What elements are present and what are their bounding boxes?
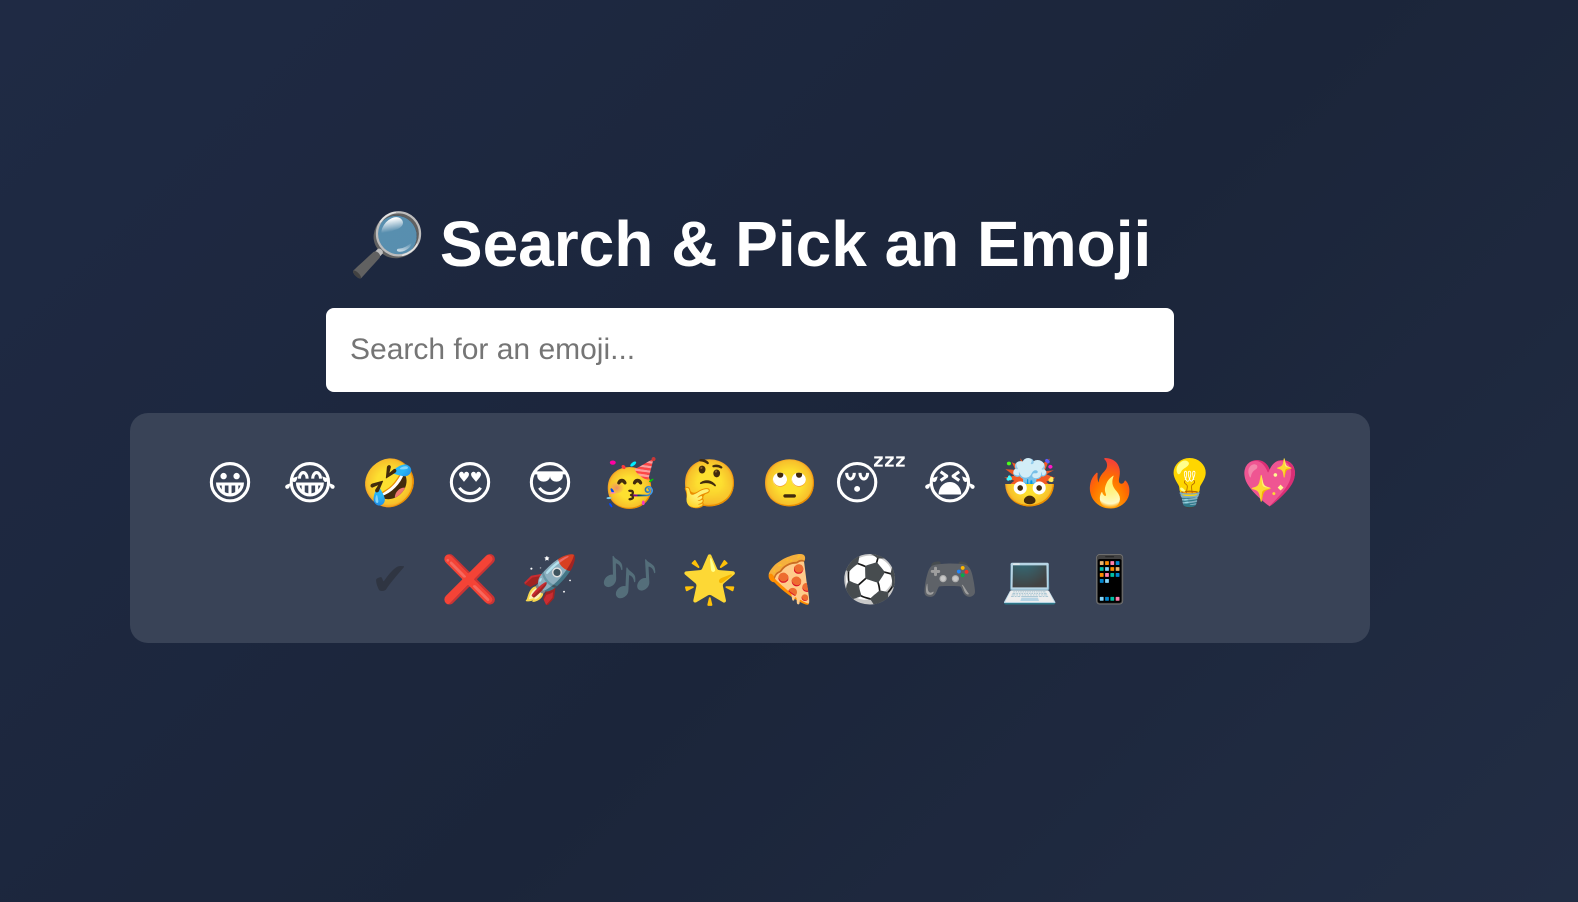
emoji-thinking-face[interactable]: 🤔 xyxy=(670,443,750,523)
emoji-exploding-head[interactable]: 🤯 xyxy=(990,443,1070,523)
emoji-partying-face[interactable]: 🥳 xyxy=(590,443,670,523)
page-title-text: Search & Pick an Emoji xyxy=(439,208,1152,280)
emoji-light-bulb[interactable]: 💡 xyxy=(1150,443,1230,523)
search-container xyxy=(326,308,1174,392)
emoji-pizza[interactable]: 🍕 xyxy=(750,539,830,619)
emoji-sunglasses-face[interactable]: 😎 xyxy=(510,443,590,523)
search-input[interactable] xyxy=(326,308,1174,392)
emoji-tears-of-joy[interactable]: 😂 xyxy=(270,443,350,523)
emoji-mobile-phone[interactable]: 📱 xyxy=(1070,539,1150,619)
emoji-laptop[interactable]: 💻 xyxy=(990,539,1070,619)
emoji-rolling-on-floor-laughing[interactable]: 🤣 xyxy=(350,443,430,523)
emoji-picker-page: 🔎Search & Pick an Emoji 😀😂🤣😍😎🥳🤔🙄😴😭🤯🔥💡💖 ✔❌… xyxy=(0,0,1578,902)
emoji-sparkling-heart[interactable]: 💖 xyxy=(1230,443,1310,523)
emoji-heart-eyes[interactable]: 😍 xyxy=(430,443,510,523)
emoji-soccer-ball[interactable]: ⚽ xyxy=(830,539,910,619)
emoji-grid: 😀 😂 🤣 😍 😎 🥳 🤔 🙄 😴 😭 🤯 🔥 💡 💖 ✔ ❌ 🚀 🎶 🌟 🍕 ⚽ 🎮 💻 📱 xyxy=(158,443,1342,619)
emoji-musical-notes[interactable]: 🎶 xyxy=(590,539,670,619)
emoji-game-controller[interactable]: 🎮 xyxy=(910,539,990,619)
emoji-glowing-star[interactable]: 🌟 xyxy=(670,539,750,619)
emoji-eye-roll[interactable]: 🙄 xyxy=(750,443,830,523)
emoji-check-mark[interactable]: ✔ xyxy=(350,539,430,619)
page-title: 🔎 Search & Pick an Emoji xyxy=(130,206,1370,284)
emoji-grinning-face[interactable]: 😀 xyxy=(190,443,270,523)
emoji-sleeping-face[interactable]: 😴 xyxy=(830,443,910,523)
emoji-loudly-crying[interactable]: 😭 xyxy=(910,443,990,523)
emoji-grid-panel: 😀 😂 🤣 😍 😎 🥳 🤔 🙄 😴 😭 🤯 🔥 💡 💖 ✔ ❌ 🚀 🎶 🌟 🍕 ⚽ 🎮 💻 📱 xyxy=(130,413,1370,643)
magnifier-icon: 🔎 xyxy=(348,211,426,280)
emoji-cross-mark[interactable]: ❌ xyxy=(430,539,510,619)
emoji-rocket[interactable]: 🚀 xyxy=(510,539,590,619)
emoji-fire[interactable]: 🔥 xyxy=(1070,443,1150,523)
